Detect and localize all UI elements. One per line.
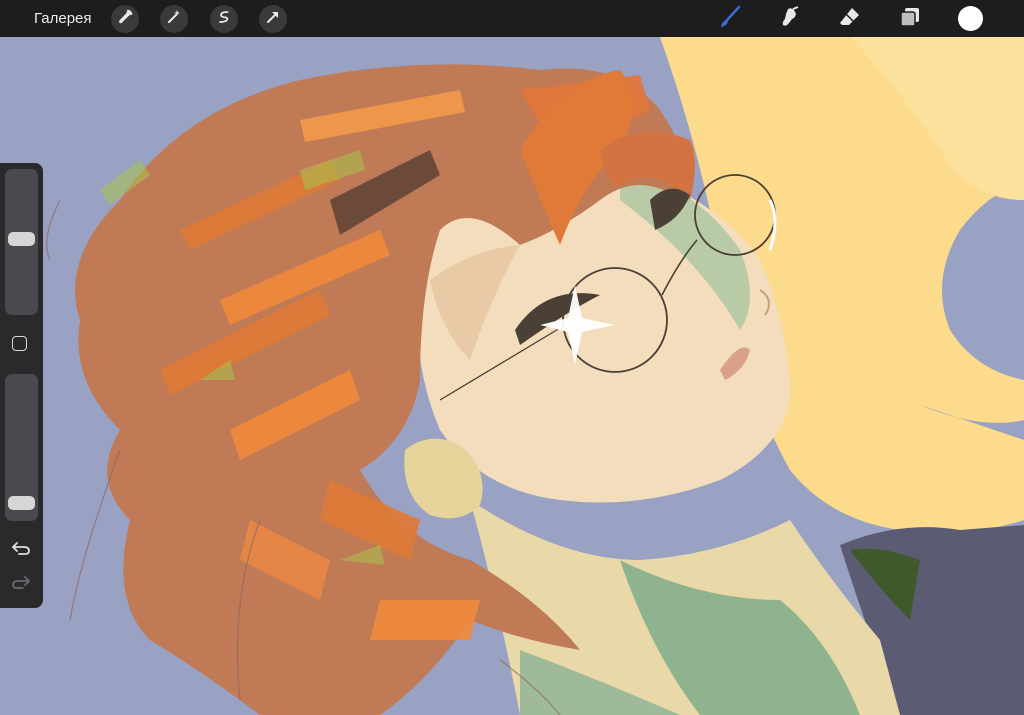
- smudge-icon: [778, 5, 802, 34]
- opacity-slider[interactable]: [5, 374, 38, 521]
- color-picker-button[interactable]: [958, 6, 983, 31]
- drawing-canvas[interactable]: [0, 0, 1024, 715]
- left-sidebar: [0, 163, 43, 608]
- selection-icon: [216, 9, 232, 30]
- brush-icon: [718, 5, 742, 34]
- undo-icon: [11, 540, 31, 561]
- gallery-button[interactable]: Галерея: [34, 10, 92, 27]
- actions-button[interactable]: [111, 5, 139, 33]
- brush-size-slider[interactable]: [5, 169, 38, 315]
- brush-tool[interactable]: [716, 5, 744, 33]
- redo-icon: [11, 574, 31, 595]
- layers-tool[interactable]: [896, 5, 924, 33]
- transform-arrow-icon: [265, 9, 281, 30]
- eraser-tool[interactable]: [836, 5, 864, 33]
- redo-button[interactable]: [10, 573, 32, 595]
- smudge-tool[interactable]: [776, 5, 804, 33]
- modifier-square-icon[interactable]: [12, 336, 27, 351]
- opacity-knob[interactable]: [8, 496, 35, 511]
- brush-size-knob[interactable]: [8, 232, 35, 247]
- adjustments-button[interactable]: [160, 5, 188, 33]
- wrench-icon: [117, 9, 133, 30]
- transform-button[interactable]: [259, 5, 287, 33]
- top-toolbar: Галерея: [0, 0, 1024, 37]
- selection-button[interactable]: [210, 5, 238, 33]
- layers-icon: [898, 5, 922, 34]
- magic-wand-icon: [166, 9, 182, 30]
- undo-button[interactable]: [10, 539, 32, 561]
- eraser-icon: [838, 5, 862, 34]
